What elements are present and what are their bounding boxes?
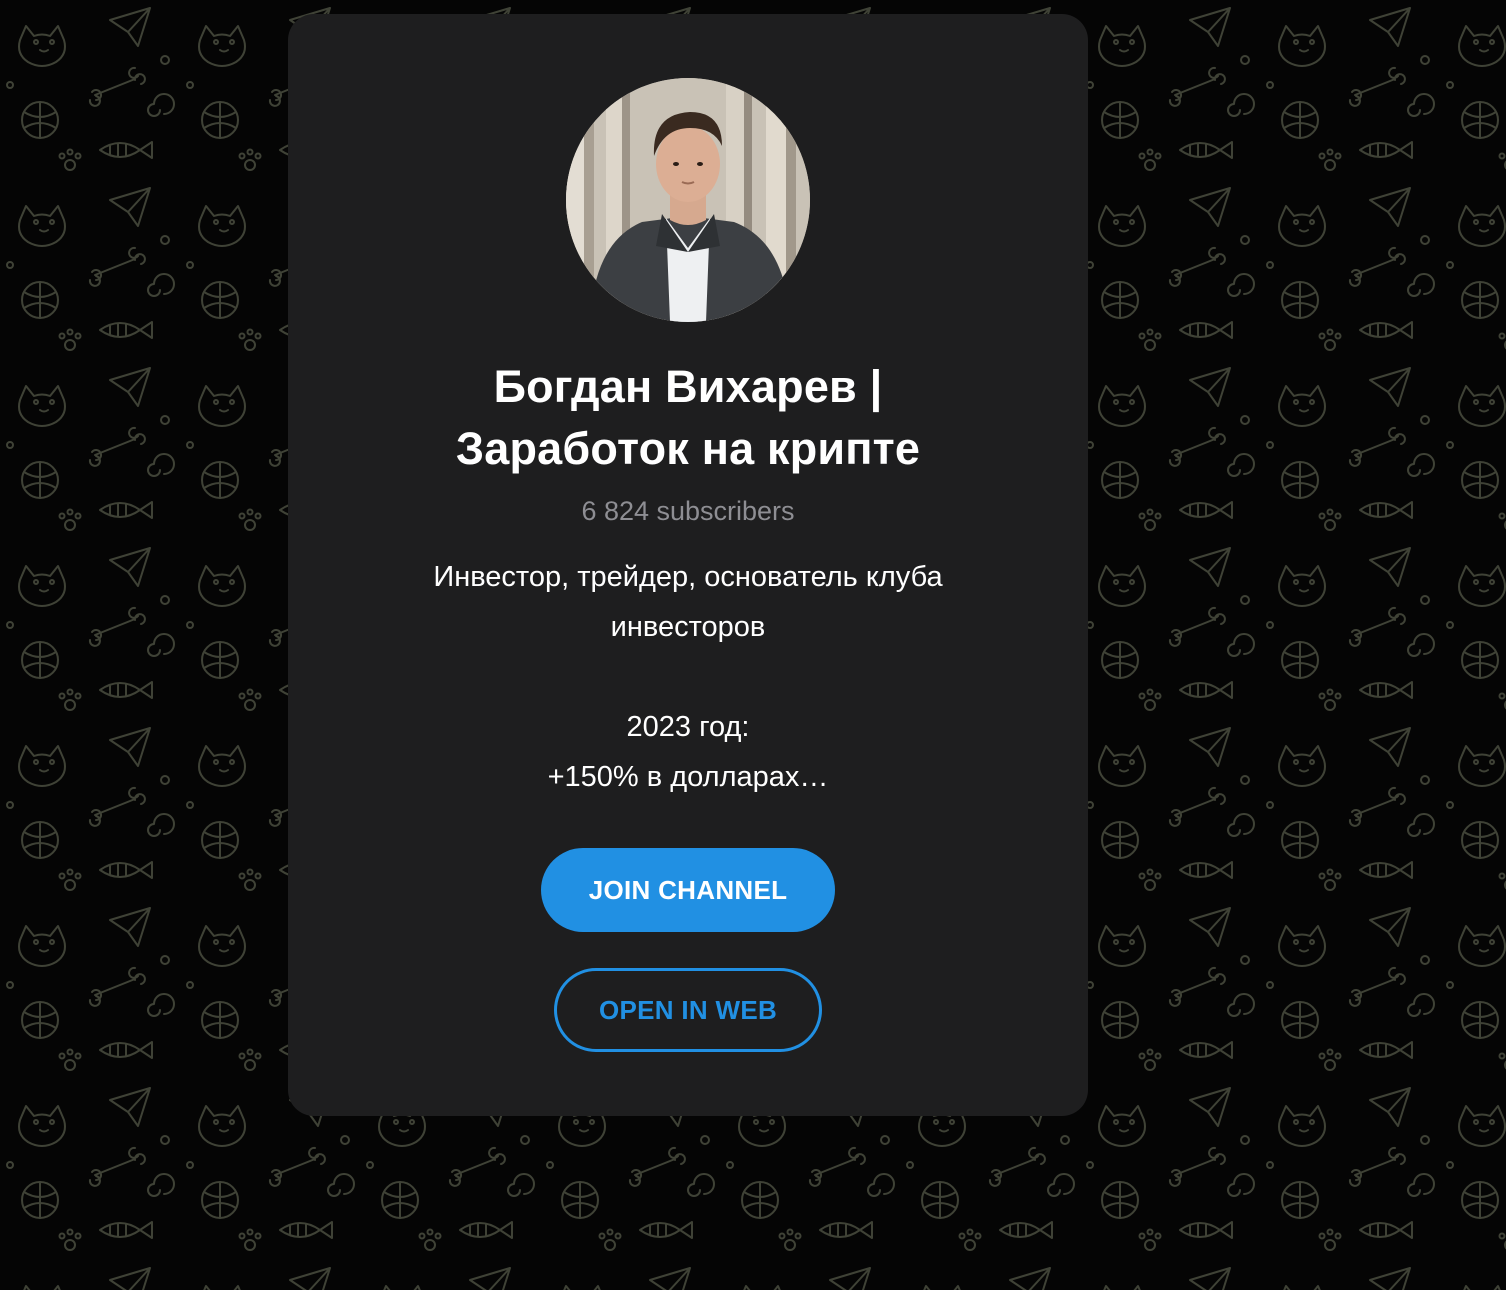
description-line: инвесторов <box>610 611 766 643</box>
description-line: Инвестор, трейдер, основатель клуба <box>433 561 943 593</box>
channel-card: Богдан Вихарев | Заработок на крипте 6 8… <box>288 14 1088 1116</box>
description-line: 2023 год: <box>626 711 750 743</box>
channel-title-line: Заработок на крипте <box>455 423 921 474</box>
channel-title-line: Богдан Вихарев | <box>493 361 883 412</box>
channel-description: Инвестор, трейдер, основатель клуба инве… <box>348 552 1028 802</box>
channel-title: Богдан Вихарев | Заработок на крипте <box>348 356 1028 480</box>
open-in-web-button[interactable]: OPEN IN WEB <box>554 968 822 1052</box>
avatar-photo <box>566 78 810 322</box>
description-line <box>348 652 1028 702</box>
channel-avatar <box>566 78 810 322</box>
join-channel-button[interactable]: JOIN CHANNEL <box>541 848 835 932</box>
subscriber-count: 6 824 subscribers <box>581 496 795 526</box>
description-line: +150% в долларах… <box>547 761 829 793</box>
